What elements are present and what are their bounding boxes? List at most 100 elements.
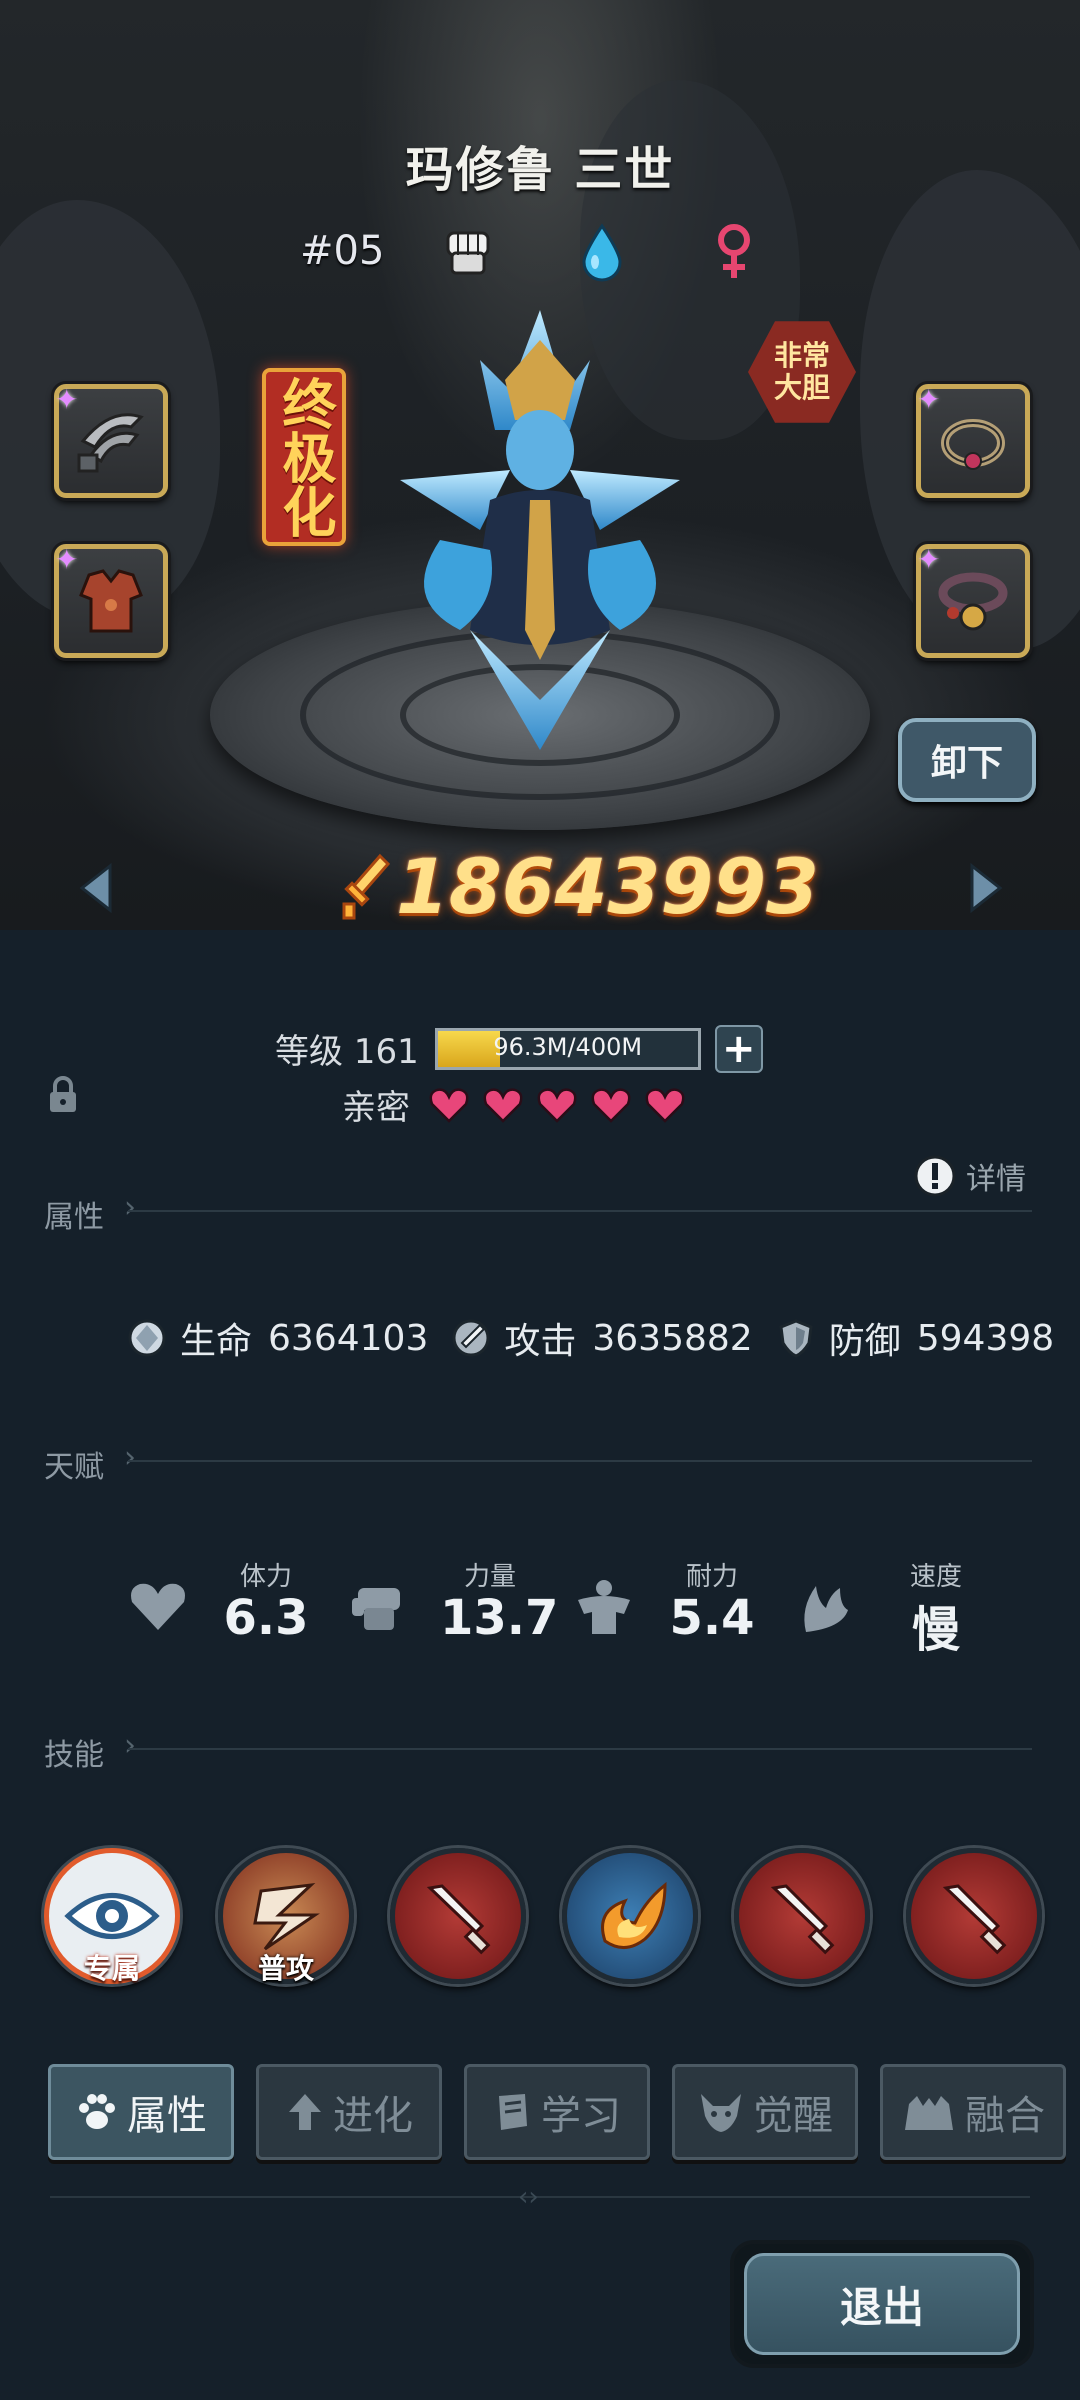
level-label: 等级 161 (275, 1032, 419, 1072)
talent-label: 力量 (463, 1562, 516, 1592)
tab-evolve[interactable]: 进化 (256, 2064, 442, 2160)
hero-character-icon[interactable] (380, 300, 700, 760)
level-row: 等级 161 96.3M/400M + (275, 1024, 763, 1073)
unequip-button[interactable]: 卸下 (898, 718, 1036, 802)
level-up-button[interactable]: + (714, 1024, 763, 1073)
bottom-tab-bar: 属性 进化 学习 觉醒 融合 (0, 2064, 1080, 2164)
stat-health: 生命 6364103 (126, 1312, 428, 1364)
fireball-icon (601, 1881, 667, 1949)
hero-name: 玛修鲁 三世 (405, 142, 675, 198)
skill-slot-5[interactable] (734, 1848, 870, 1984)
exp-bar: 96.3M/400M (434, 1027, 701, 1070)
tab-label: 学习 (541, 2093, 621, 2139)
armor-vest-icon (79, 569, 143, 633)
stat-value: 594398 (916, 1317, 1055, 1359)
star-icon: ✦ (917, 383, 941, 416)
ring-icon (941, 419, 1005, 470)
tab-fusion[interactable]: 融合 (880, 2064, 1066, 2160)
tab-label: 进化 (333, 2093, 413, 2139)
skill-basic-attack[interactable]: 普攻 (218, 1848, 354, 1985)
talent-value: 13.7 (440, 1590, 559, 1646)
fist-class-icon (446, 231, 490, 275)
stat-value: 3635882 (592, 1317, 753, 1359)
exit-label: 退出 (744, 2253, 1020, 2355)
talent-value: 慢 (911, 1602, 960, 1658)
ultimate-badge: 终极化 (262, 368, 346, 546)
demon-head-icon (701, 2094, 741, 2132)
skill-exclusive[interactable]: 专属 (44, 1848, 180, 1985)
heart-icon (131, 1583, 185, 1630)
intimacy-hearts[interactable] (428, 1087, 698, 1123)
book-icon (499, 2094, 527, 2130)
paw-icon (79, 2094, 115, 2129)
attributes-section-title: 属性 (44, 1200, 104, 1235)
exp-text: 96.3M/400M (493, 1032, 643, 1061)
stat-name: 攻击 (504, 1321, 577, 1362)
torso-icon (578, 1580, 630, 1634)
equip-slot-collar[interactable]: ✦ (916, 543, 1030, 658)
detail-button[interactable]: 详情 (914, 1154, 1026, 1198)
fist-icon (352, 1588, 400, 1630)
heart-icon (483, 1087, 523, 1123)
health-orb-icon (128, 1319, 166, 1357)
attribute-stats: 生命 6364103 攻击 3635882 防御 594398 (126, 1312, 1076, 1364)
info-icon (914, 1155, 956, 1197)
claw-weapon-icon (77, 413, 144, 473)
equip-slot-weapon[interactable]: ✦ (54, 383, 168, 498)
lock-icon[interactable] (46, 1074, 80, 1116)
skills-section-title: 技能 (44, 1738, 104, 1773)
heart-icon (429, 1087, 469, 1123)
exit-button[interactable]: 退出 (730, 2240, 1034, 2368)
heart-icon (591, 1087, 631, 1123)
tab-attributes[interactable]: 属性 (48, 2064, 234, 2160)
power-sword-icon (342, 853, 391, 919)
tab-awaken[interactable]: 觉醒 (672, 2064, 858, 2160)
defense-shield-icon (779, 1319, 813, 1358)
star-icon: ✦ (917, 543, 941, 576)
tab-label: 属性 (127, 2093, 207, 2139)
plus-icon: + (721, 1025, 756, 1072)
water-element-icon (582, 223, 622, 282)
skill-tag: 专属 (83, 1952, 140, 1985)
intimacy-row: 亲密 (342, 1080, 698, 1129)
skill-slot-3[interactable] (390, 1848, 526, 1984)
talent-label: 体力 (239, 1562, 292, 1592)
skill-slot-6[interactable] (906, 1848, 1042, 1984)
stat-attack: 攻击 3635882 (450, 1312, 753, 1364)
star-icon: ✦ (55, 543, 79, 576)
tab-label: 觉醒 (753, 2093, 833, 2139)
fusion-icon (905, 2096, 953, 2130)
section-divider (128, 1460, 1032, 1462)
heart-icon (645, 1087, 685, 1123)
bell-collar-icon (938, 572, 1008, 631)
sword-icon (426, 1884, 491, 1955)
section-divider (128, 1210, 1032, 1212)
female-gender-icon (718, 224, 750, 278)
hero-showcase: 玛修鲁 三世 #05 终极化 非常大胆 ✦ ✦ ✦ ✦ 卸下 18643993 (0, 0, 1080, 930)
tab-learn[interactable]: 学习 (464, 2064, 650, 2160)
attack-sword-icon (452, 1319, 490, 1357)
evolve-arrow-icon (289, 2094, 321, 2130)
chevron-right-icon: › (124, 1190, 136, 1225)
prev-hero-arrow-icon[interactable] (78, 862, 114, 914)
talent-label: 速度 (909, 1562, 962, 1592)
talent-label: 耐力 (685, 1562, 738, 1592)
eye-icon (64, 1893, 160, 1939)
tab-label: 融合 (965, 2093, 1045, 2139)
footer-divider (50, 2196, 1030, 2198)
next-hero-arrow-icon[interactable] (968, 862, 1004, 914)
heart-icon (537, 1087, 577, 1123)
skill-slot-4[interactable] (562, 1848, 698, 1984)
divider-ornament-icon: ‹› (518, 2182, 539, 2212)
intimacy-label: 亲密 (342, 1088, 410, 1128)
stat-name: 防御 (828, 1321, 901, 1362)
sword-icon (942, 1884, 1007, 1955)
star-icon: ✦ (55, 383, 79, 416)
wing-icon (804, 1586, 848, 1632)
section-divider (128, 1748, 1032, 1750)
equip-slot-armor[interactable]: ✦ (54, 543, 168, 658)
equip-slot-ring[interactable]: ✦ (916, 383, 1030, 498)
stat-value: 6364103 (268, 1317, 429, 1359)
chevron-right-icon: › (124, 1728, 136, 1763)
detail-label: 详情 (966, 1162, 1026, 1197)
